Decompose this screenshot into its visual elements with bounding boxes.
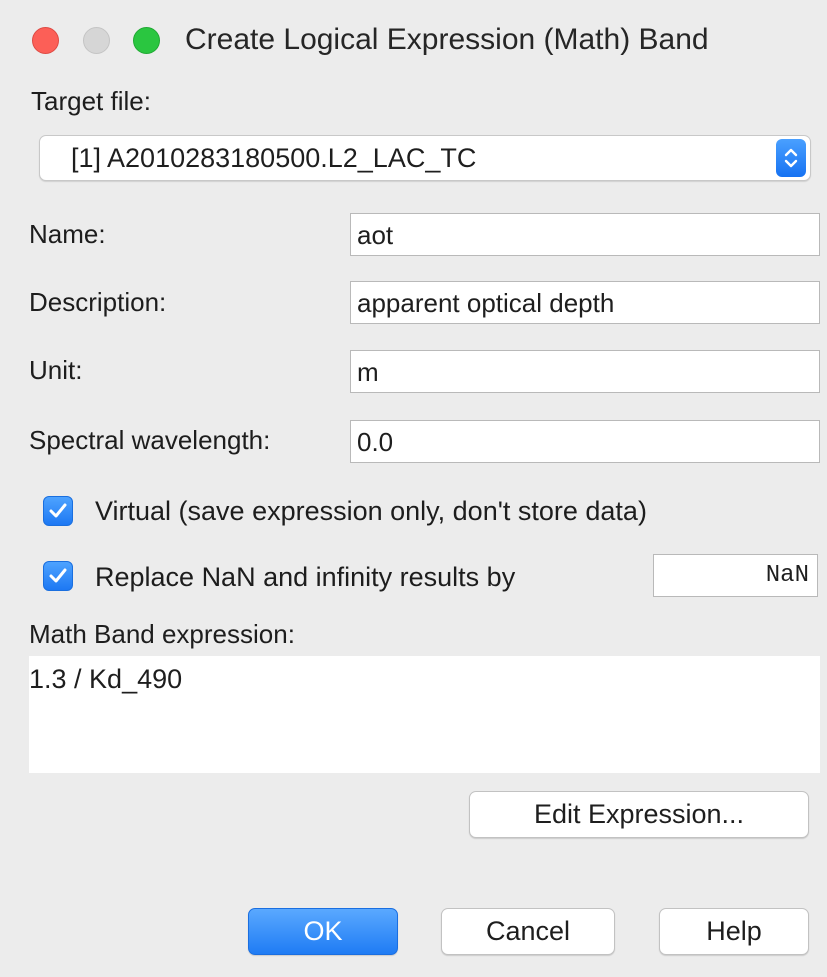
- expression-text-area[interactable]: 1.3 / Kd_490: [29, 656, 820, 773]
- replace-value-field[interactable]: NaN: [653, 554, 818, 597]
- description-label: Description:: [29, 287, 167, 317]
- spectral-wavelength-value: 0.0: [357, 427, 394, 457]
- checkmark-icon: [49, 503, 67, 518]
- virtual-checkbox[interactable]: [43, 496, 73, 526]
- unit-field[interactable]: m: [350, 350, 820, 393]
- description-value: apparent optical depth: [357, 288, 615, 318]
- edit-expression-button[interactable]: Edit Expression...: [469, 791, 809, 838]
- unit-value: m: [357, 357, 379, 387]
- target-file-dropdown[interactable]: [1] A2010283180500.L2_LAC_TC: [39, 135, 811, 181]
- spectral-wavelength-field[interactable]: 0.0: [350, 420, 820, 463]
- ok-button[interactable]: OK: [248, 908, 398, 955]
- cancel-button[interactable]: Cancel: [441, 908, 615, 955]
- math-band-expression-label: Math Band expression:: [29, 619, 295, 649]
- close-window-button[interactable]: [32, 27, 59, 54]
- spectral-wavelength-label: Spectral wavelength:: [29, 425, 271, 455]
- virtual-checkbox-label[interactable]: Virtual (save expression only, don't sto…: [95, 494, 647, 528]
- name-value: aot: [357, 220, 394, 250]
- dropdown-arrows-icon[interactable]: [776, 139, 806, 177]
- replace-nan-checkbox[interactable]: [43, 561, 73, 591]
- minimize-window-button[interactable]: [83, 27, 110, 54]
- window-title: Create Logical Expression (Math) Band: [185, 23, 709, 56]
- unit-label: Unit:: [29, 355, 83, 385]
- description-field[interactable]: apparent optical depth: [350, 281, 820, 324]
- zoom-window-button[interactable]: [133, 27, 160, 54]
- replace-value: NaN: [765, 562, 809, 589]
- title-bar: Create Logical Expression (Math) Band: [0, 0, 827, 78]
- name-field[interactable]: aot: [350, 213, 820, 256]
- target-file-selected: [1] A2010283180500.L2_LAC_TC: [71, 143, 477, 173]
- name-label: Name:: [29, 219, 106, 249]
- help-button[interactable]: Help: [659, 908, 809, 955]
- expression-value: 1.3 / Kd_490: [29, 664, 183, 694]
- replace-nan-label[interactable]: Replace NaN and infinity results by: [95, 560, 515, 594]
- checkmark-icon: [49, 568, 67, 583]
- target-file-label: Target file:: [31, 86, 151, 116]
